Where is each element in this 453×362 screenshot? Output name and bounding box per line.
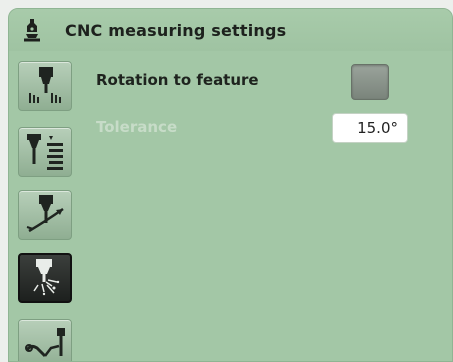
page-title: CNC measuring settings — [65, 21, 287, 40]
tolerance-label: Tolerance — [96, 118, 178, 136]
sidebar-item-probe-levels[interactable] — [18, 127, 72, 177]
sidebar-item-probe-rotation[interactable] — [18, 190, 72, 240]
panel-header: CNC measuring settings — [9, 9, 452, 51]
probe-sparkle-icon — [33, 259, 60, 296]
tolerance-input[interactable]: 15.0° — [332, 113, 408, 143]
probe-grid-icon — [29, 67, 61, 103]
settings-panel: CNC measuring settings Rotation to featu… — [8, 8, 453, 362]
measuring-probe-icon — [24, 19, 40, 42]
wrench-probe-icon — [25, 328, 65, 358]
sidebar-item-probe-grid[interactable] — [18, 61, 72, 111]
probe-levels-icon — [27, 134, 63, 170]
sidebar-item-probe-sparkle[interactable] — [18, 253, 72, 303]
rotation-to-feature-checkbox[interactable] — [351, 64, 389, 100]
rotation-to-feature-label: Rotation to feature — [96, 71, 259, 89]
probe-rotation-icon — [26, 195, 64, 233]
sidebar-item-wrench-probe[interactable] — [18, 319, 72, 361]
